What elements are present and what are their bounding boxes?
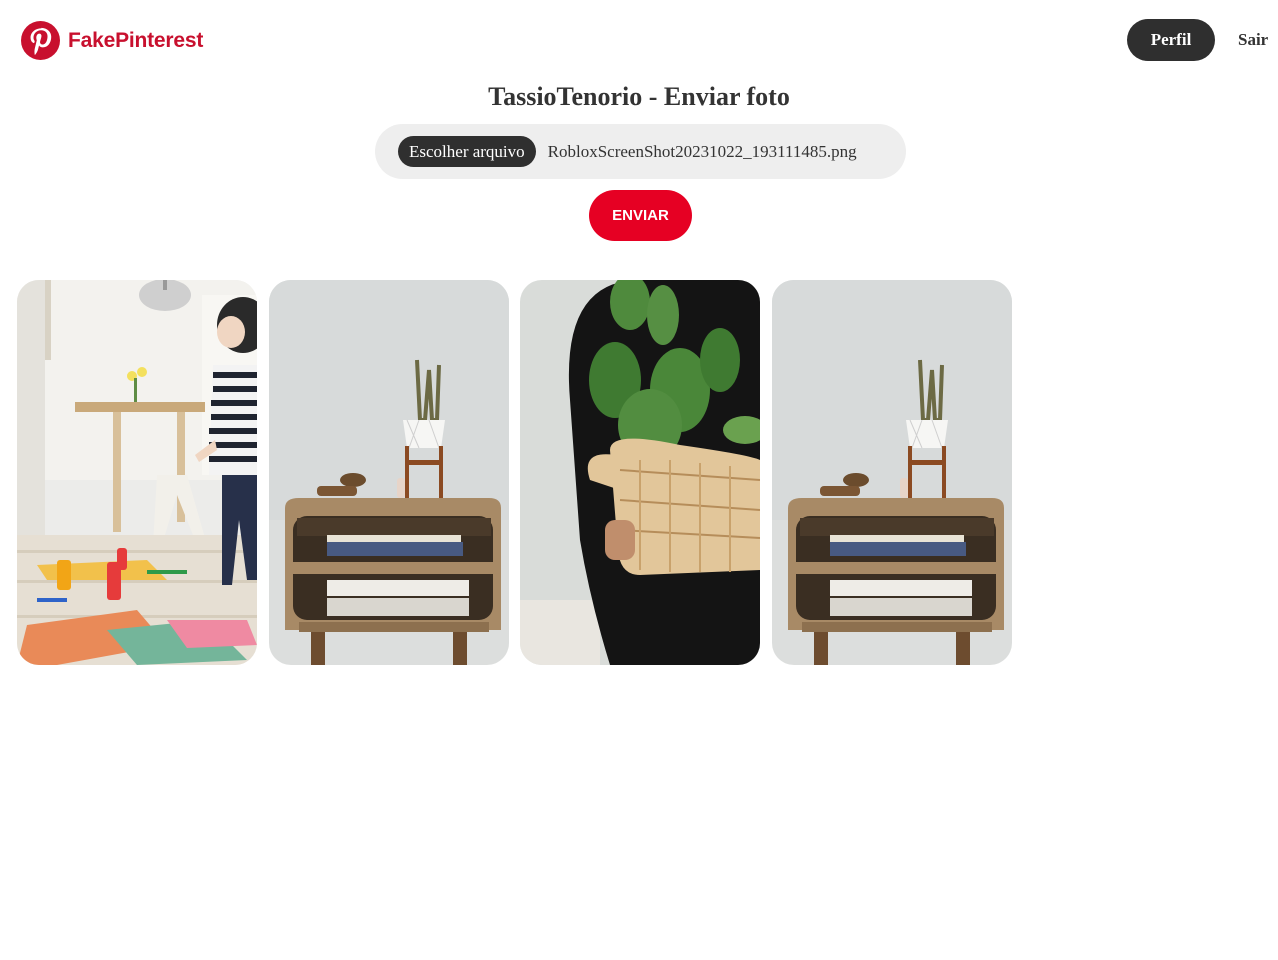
photo-nightstand: [772, 280, 1012, 665]
logout-link[interactable]: Sair: [1238, 30, 1278, 50]
page-title: TassioTenorio - Enviar foto: [488, 82, 790, 111]
brand-link[interactable]: FakePinterest: [21, 21, 203, 60]
brand-name: FakePinterest: [68, 28, 204, 52]
profile-button[interactable]: Perfil: [1127, 19, 1215, 61]
photo-nightstand: [269, 280, 509, 665]
nav-actions: Perfil Sair: [1127, 19, 1278, 61]
file-input[interactable]: Escolher arquivo RobloxScreenShot2023102…: [375, 124, 906, 179]
photo-card[interactable]: [17, 280, 257, 665]
pinterest-logo-icon: [21, 21, 60, 60]
photo-card[interactable]: [520, 280, 760, 665]
submit-button[interactable]: ENVIAR: [589, 190, 692, 241]
photo-card[interactable]: [269, 280, 509, 665]
choose-file-button[interactable]: Escolher arquivo: [398, 136, 536, 167]
navbar: FakePinterest Perfil Sair: [0, 0, 1278, 80]
photo-child-playing: [17, 280, 257, 665]
photo-card[interactable]: [772, 280, 1012, 665]
photo-cactus-basket: [520, 280, 760, 665]
selected-file-name: RobloxScreenShot20231022_193111485.png: [547, 141, 857, 161]
